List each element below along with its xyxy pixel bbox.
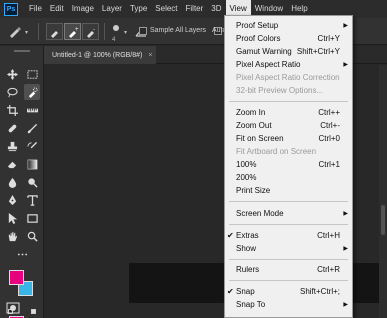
close-tab-icon[interactable]: × (148, 52, 152, 59)
divider (38, 23, 39, 40)
menu-3d[interactable]: 3D (207, 0, 225, 18)
svg-text:-: - (93, 27, 95, 33)
menu-separator (229, 224, 348, 225)
document-tab[interactable]: Untitled-1 @ 100% (RGB/8#) × (44, 46, 156, 64)
checkmark-icon: ✔ (227, 230, 234, 240)
menu-file[interactable]: File (25, 0, 46, 18)
document-tab-title: Untitled-1 @ 100% (RGB/8#) (52, 51, 143, 59)
menu-image[interactable]: Image (68, 0, 98, 18)
menu-separator (229, 280, 348, 281)
menu-item-snap[interactable]: ✔ Snap Shift+Ctrl+; (225, 285, 352, 297)
menu-item-proof-setup[interactable]: Proof Setup ▶ (225, 19, 352, 31)
menu-item-rulers[interactable]: Rulers Ctrl+R (225, 263, 352, 275)
submenu-arrow-icon: ▶ (343, 61, 348, 68)
foreground-color-swatch-front[interactable] (9, 270, 24, 285)
preset-dropdown-icon[interactable]: ▾ (25, 29, 28, 36)
eyedropper-tool-icon[interactable] (24, 102, 40, 118)
menu-item-snap-to[interactable]: Snap To ▶ (225, 298, 352, 310)
hand-tool-icon[interactable] (4, 228, 20, 244)
subtract-from-selection-button[interactable]: - (82, 23, 99, 40)
menu-item-show[interactable]: Show ▶ (225, 242, 352, 254)
menu-item-pixel-aspect-ratio[interactable]: Pixel Aspect Ratio ▶ (225, 58, 352, 70)
add-to-selection-button[interactable]: + (64, 23, 81, 40)
menu-item-gamut-warning[interactable]: Gamut Warning Shift+Ctrl+Y (225, 45, 352, 57)
menu-item-zoom-out[interactable]: Zoom Out Ctrl+- (225, 119, 352, 131)
menu-item-pixel-aspect-correction: Pixel Aspect Ratio Correction (236, 72, 340, 82)
blur-tool-icon[interactable] (4, 174, 20, 190)
healing-brush-tool-icon[interactable] (4, 120, 20, 136)
menu-select[interactable]: Select (151, 0, 181, 18)
quick-mask-icon[interactable] (6, 302, 22, 314)
brush-dropdown-icon[interactable]: ▾ (124, 29, 127, 36)
menu-separator (229, 101, 348, 102)
history-brush-tool-icon[interactable] (24, 138, 40, 154)
more-tools-icon[interactable] (14, 246, 30, 262)
new-selection-button[interactable] (46, 23, 63, 40)
rectangle-tool-icon[interactable] (24, 210, 40, 226)
lasso-tool-icon[interactable] (4, 84, 20, 100)
brush-tool-icon[interactable] (24, 120, 40, 136)
menu-item-print-size[interactable]: Print Size (225, 184, 352, 196)
menu-item-extras[interactable]: ✔ Extras Ctrl+H (225, 229, 352, 241)
menu-edit[interactable]: Edit (46, 0, 68, 18)
marquee-tool-icon[interactable] (24, 66, 40, 82)
menu-item-fit-on-screen[interactable]: Fit on Screen Ctrl+0 (225, 132, 352, 144)
sample-all-layers-label: Sample All Layers (150, 27, 207, 34)
submenu-arrow-icon: ▶ (343, 245, 348, 252)
tool-preset-icon[interactable] (8, 24, 22, 38)
menu-item-zoom-in[interactable]: Zoom In Ctrl++ (225, 106, 352, 118)
crop-tool-icon[interactable] (4, 102, 20, 118)
eraser-tool-icon[interactable] (4, 156, 20, 172)
brush-picker-icon[interactable] (109, 22, 123, 36)
menu-separator (229, 201, 348, 202)
vertical-scrollbar[interactable] (379, 65, 387, 318)
menu-layer[interactable]: Layer (98, 0, 126, 18)
checkmark-icon: ✔ (227, 286, 234, 296)
view-menu-dropdown: Proof Setup ▶ Proof Colors Ctrl+Y Gamut … (224, 15, 353, 318)
submenu-arrow-icon: ▶ (343, 301, 348, 308)
photoshop-logo-icon: Ps (4, 2, 18, 16)
divider (104, 23, 105, 40)
submenu-arrow-icon: ▶ (343, 210, 348, 217)
gradient-tool-icon[interactable] (24, 156, 40, 172)
zoom-tool-icon[interactable] (24, 228, 40, 244)
menu-item-proof-colors[interactable]: Proof Colors Ctrl+Y (225, 32, 352, 44)
swap-colors-icon[interactable] (31, 309, 36, 314)
menu-item-screen-mode[interactable]: Screen Mode ▶ (225, 207, 352, 219)
brush-size-value: 4 (112, 37, 116, 43)
scrollbar-thumb[interactable] (381, 205, 385, 235)
quick-selection-tool-icon[interactable] (24, 84, 40, 100)
move-tool-icon[interactable] (4, 66, 20, 82)
submenu-arrow-icon: ▶ (343, 22, 348, 29)
svg-text:+: + (75, 27, 79, 33)
type-tool-icon[interactable] (24, 192, 40, 208)
menu-filter[interactable]: Filter (182, 0, 208, 18)
menu-item-32bit-preview: 32-bit Preview Options... (236, 85, 324, 95)
pen-tool-icon[interactable] (4, 192, 20, 208)
sample-all-layers-checkbox[interactable] (139, 27, 147, 35)
menu-item-zoom-100[interactable]: 100% Ctrl+1 (225, 158, 352, 170)
menu-type[interactable]: Type (126, 0, 151, 18)
dodge-tool-icon[interactable] (24, 174, 40, 190)
menu-item-zoom-200[interactable]: 200% (225, 171, 352, 183)
menu-item-fit-artboard: Fit Artboard on Screen (236, 146, 317, 156)
path-selection-tool-icon[interactable] (4, 210, 20, 226)
panel-grip[interactable] (14, 50, 30, 52)
clone-stamp-tool-icon[interactable] (4, 138, 20, 154)
menu-separator (229, 259, 348, 260)
